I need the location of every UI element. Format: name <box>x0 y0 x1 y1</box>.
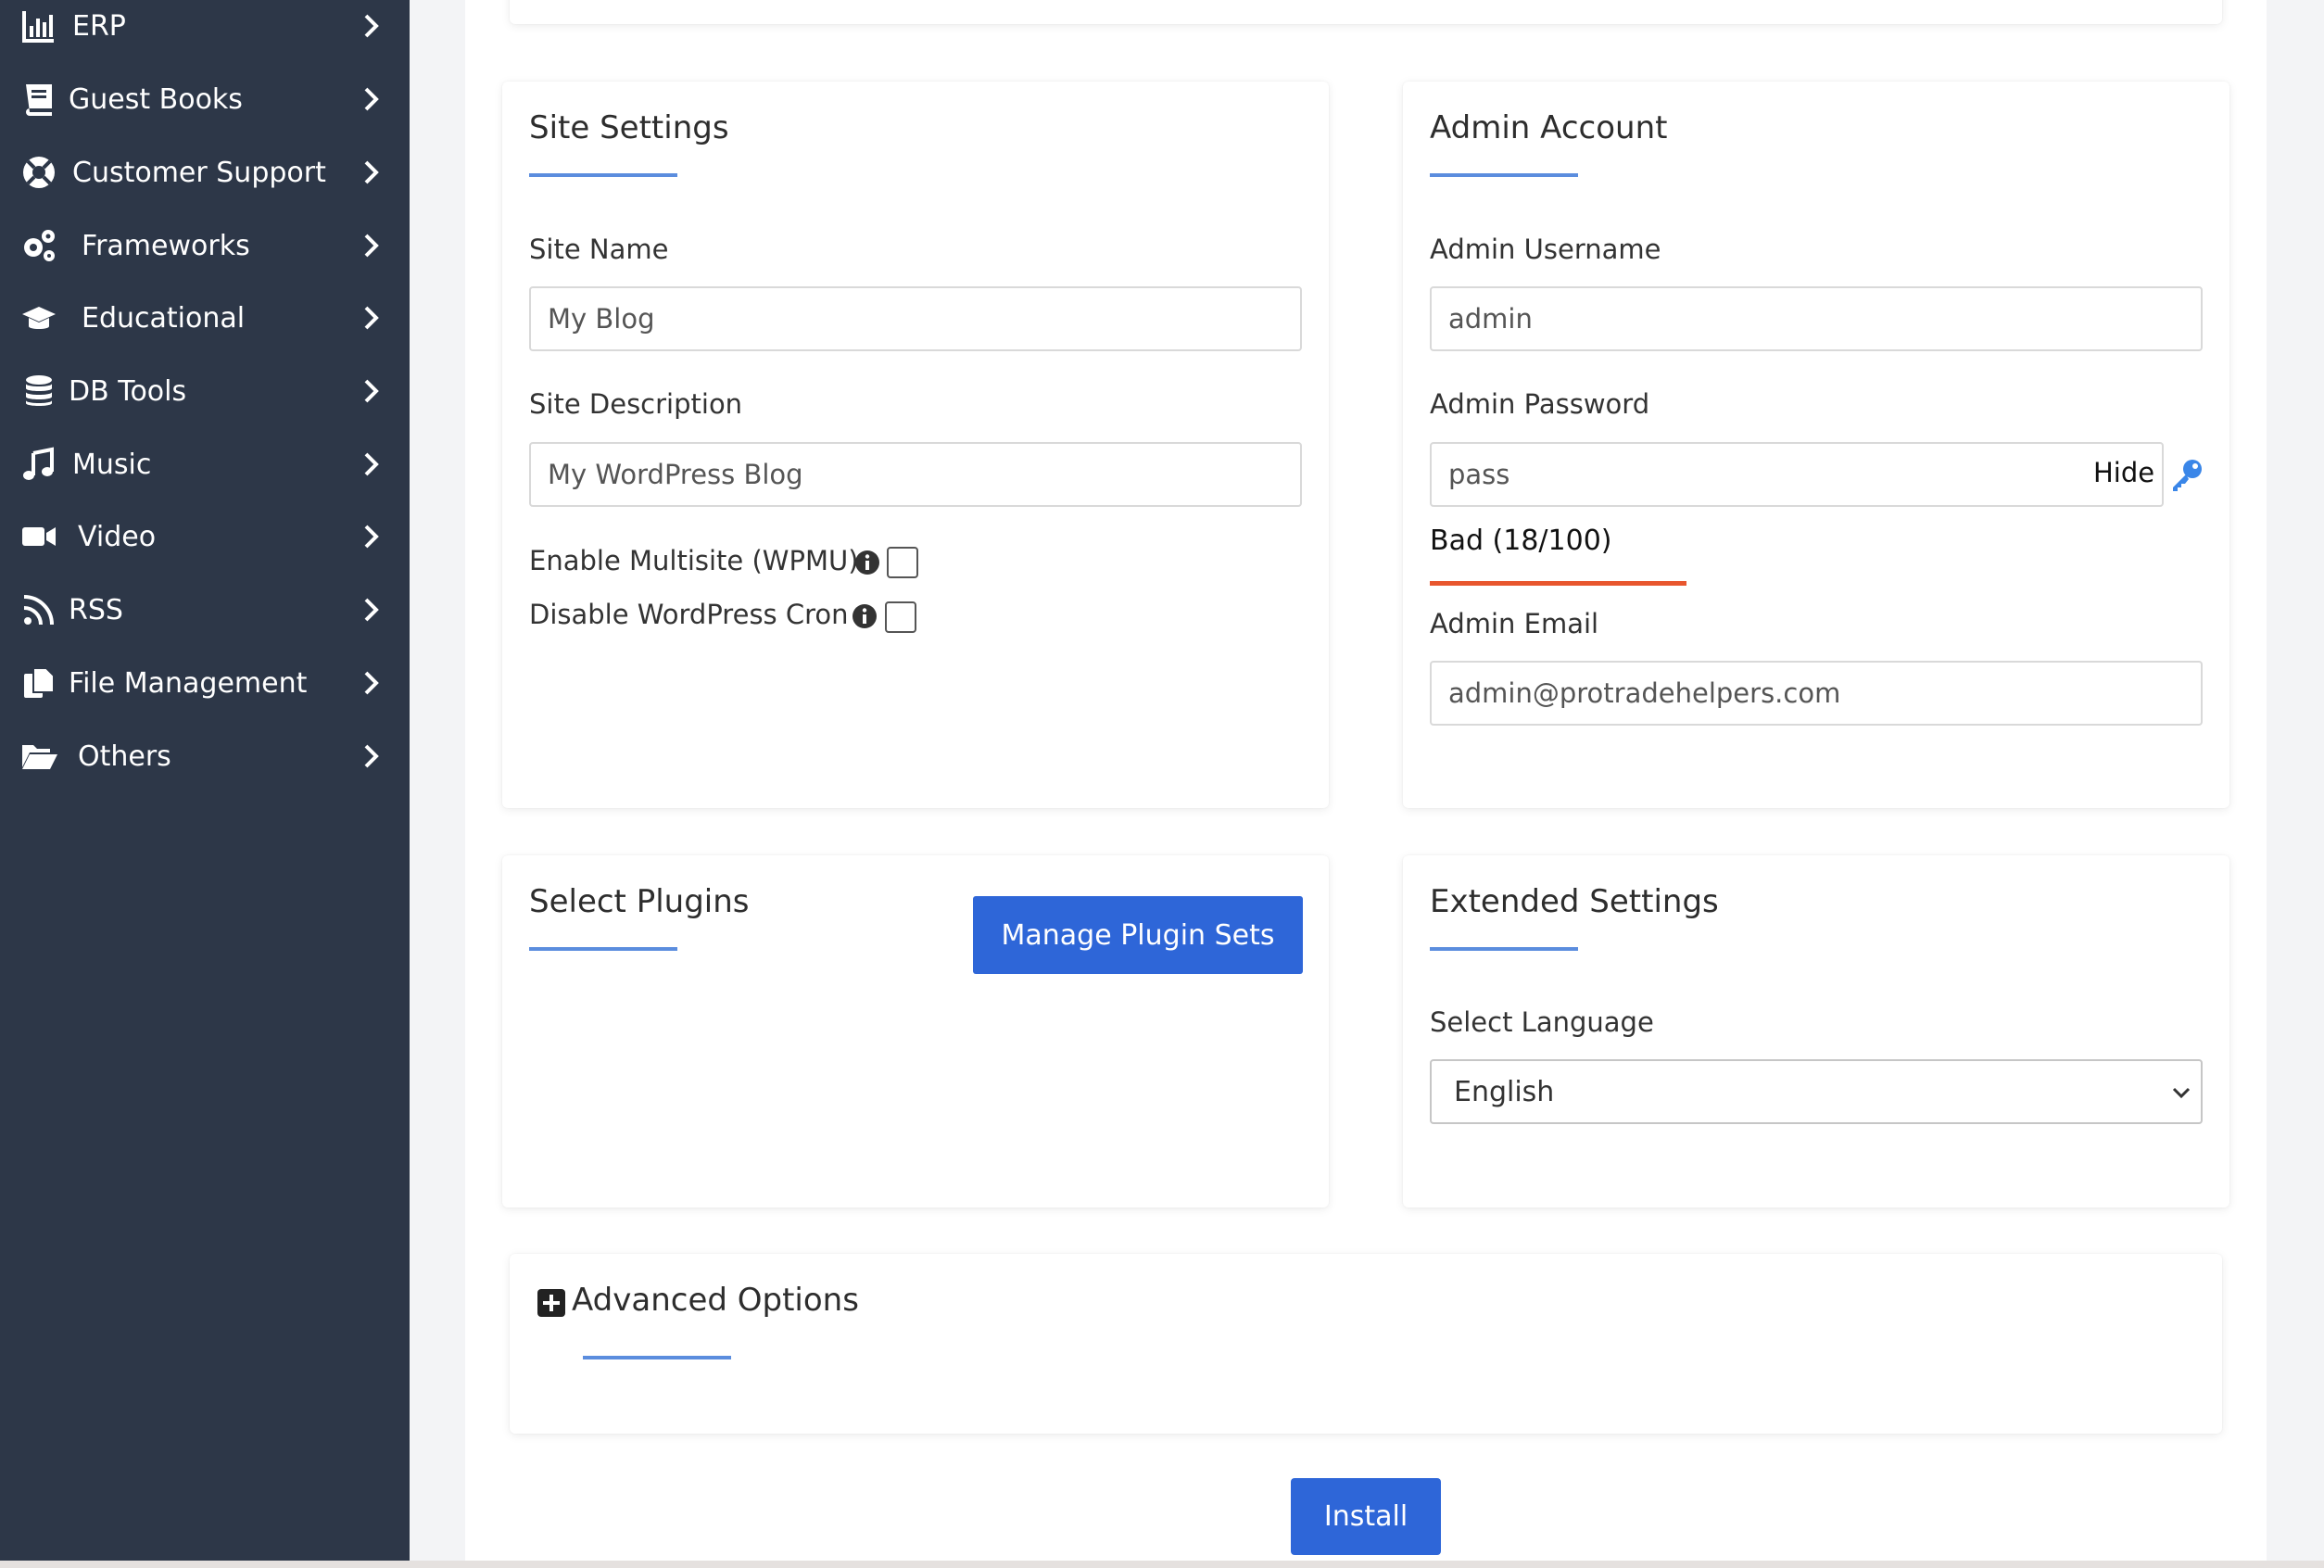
sidebar-item-frameworks[interactable]: Frameworks <box>0 212 410 279</box>
sidebar-item-label: Customer Support <box>72 156 326 189</box>
bottom-edge <box>0 1561 2324 1568</box>
sidebar-item-video[interactable]: Video <box>0 503 410 570</box>
advanced-options-card[interactable]: Advanced Options <box>510 1254 2222 1434</box>
files-icon <box>19 663 59 703</box>
life-ring-icon <box>19 152 59 193</box>
install-button[interactable]: Install <box>1291 1478 1441 1555</box>
sidebar-item-label: File Management <box>69 666 308 700</box>
select-language-label: Select Language <box>1430 1006 1654 1038</box>
sidebar-item-music[interactable]: Music <box>0 431 410 498</box>
sidebar-item-db-tools[interactable]: DB Tools <box>0 358 410 424</box>
chevron-right-icon <box>361 158 382 186</box>
extended-settings-card: Extended Settings Select Language Englis… <box>1403 855 2229 1208</box>
sidebar-item-label: Educational <box>82 301 246 335</box>
sidebar-item-others[interactable]: Others <box>0 723 410 790</box>
password-strength-bar <box>1430 581 1686 586</box>
admin-email-label: Admin Email <box>1430 608 1599 639</box>
admin-username-label: Admin Username <box>1430 234 1661 265</box>
card-title[interactable]: Advanced Options <box>572 1282 859 1319</box>
graduation-cap-icon <box>19 297 59 338</box>
book-icon <box>19 79 59 120</box>
admin-account-card: Admin Account Admin Username Admin Passw… <box>1403 82 2229 808</box>
sidebar: ERP Guest Books Customer Support Framewo… <box>0 0 410 1561</box>
chevron-right-icon <box>361 450 382 478</box>
sidebar-item-label: DB Tools <box>69 374 187 408</box>
sidebar-item-rss[interactable]: RSS <box>0 576 410 643</box>
database-icon <box>19 371 59 411</box>
plus-square-icon[interactable] <box>537 1289 565 1317</box>
title-underline <box>583 1356 731 1359</box>
sidebar-item-label: Others <box>78 740 171 773</box>
select-plugins-card: Select Plugins Manage Plugin Sets <box>502 855 1329 1208</box>
rss-icon <box>19 589 59 630</box>
chevron-right-icon <box>361 232 382 259</box>
sidebar-item-label: Video <box>78 520 157 553</box>
card-title: Admin Account <box>1430 109 1668 146</box>
admin-username-input[interactable] <box>1430 286 2203 351</box>
title-underline <box>1430 173 1578 177</box>
multisite-checkbox[interactable] <box>887 547 918 578</box>
sidebar-item-label: Guest Books <box>69 82 243 116</box>
sidebar-item-label: RSS <box>69 593 123 626</box>
admin-password-input[interactable] <box>1430 442 2164 507</box>
previous-card <box>510 0 2222 24</box>
chevron-right-icon <box>361 377 382 405</box>
multisite-label: Enable Multisite (WPMU) <box>529 545 859 576</box>
card-title: Site Settings <box>529 109 729 146</box>
password-strength-text: Bad (18/100) <box>1430 525 1612 557</box>
title-underline <box>1430 947 1578 951</box>
title-underline <box>529 173 677 177</box>
language-selected-value: English <box>1454 1075 1555 1108</box>
chevron-down-icon <box>2172 1087 2191 1099</box>
sidebar-item-file-management[interactable]: File Management <box>0 650 410 716</box>
hide-password-button[interactable]: Hide <box>2093 457 2154 488</box>
title-underline <box>529 947 677 951</box>
sidebar-item-guest-books[interactable]: Guest Books <box>0 66 410 133</box>
chevron-right-icon <box>361 12 382 40</box>
chevron-right-icon <box>361 523 382 550</box>
site-name-label: Site Name <box>529 234 669 265</box>
chevron-right-icon <box>361 85 382 113</box>
card-title: Select Plugins <box>529 883 750 920</box>
disable-cron-label: Disable WordPress Cron <box>529 599 849 630</box>
site-description-input[interactable] <box>529 442 1302 507</box>
gears-icon <box>19 225 59 266</box>
chevron-right-icon <box>361 304 382 332</box>
chevron-right-icon <box>361 596 382 624</box>
language-select[interactable]: English <box>1430 1059 2203 1124</box>
site-settings-card: Site Settings Site Name Site Description… <box>502 82 1329 808</box>
card-title: Extended Settings <box>1430 883 1719 920</box>
sidebar-item-label: Music <box>72 448 152 481</box>
site-description-label: Site Description <box>529 388 743 420</box>
folder-open-icon <box>19 736 59 777</box>
site-name-input[interactable] <box>529 286 1302 351</box>
admin-email-input[interactable] <box>1430 661 2203 726</box>
chevron-right-icon <box>361 669 382 697</box>
admin-password-label: Admin Password <box>1430 388 1650 420</box>
info-icon[interactable] <box>852 603 878 629</box>
sidebar-item-erp[interactable]: ERP <box>0 0 410 59</box>
sidebar-item-label: ERP <box>72 9 126 43</box>
manage-plugin-sets-button[interactable]: Manage Plugin Sets <box>973 896 1303 974</box>
video-icon <box>19 516 59 557</box>
sidebar-item-customer-support[interactable]: Customer Support <box>0 139 410 206</box>
sidebar-item-label: Frameworks <box>82 229 250 262</box>
disable-cron-checkbox[interactable] <box>885 601 916 633</box>
chart-bar-icon <box>19 6 59 46</box>
sidebar-item-educational[interactable]: Educational <box>0 285 410 351</box>
music-icon <box>19 444 59 485</box>
key-icon[interactable] <box>2168 456 2205 493</box>
info-icon[interactable] <box>854 550 880 575</box>
chevron-right-icon <box>361 742 382 770</box>
